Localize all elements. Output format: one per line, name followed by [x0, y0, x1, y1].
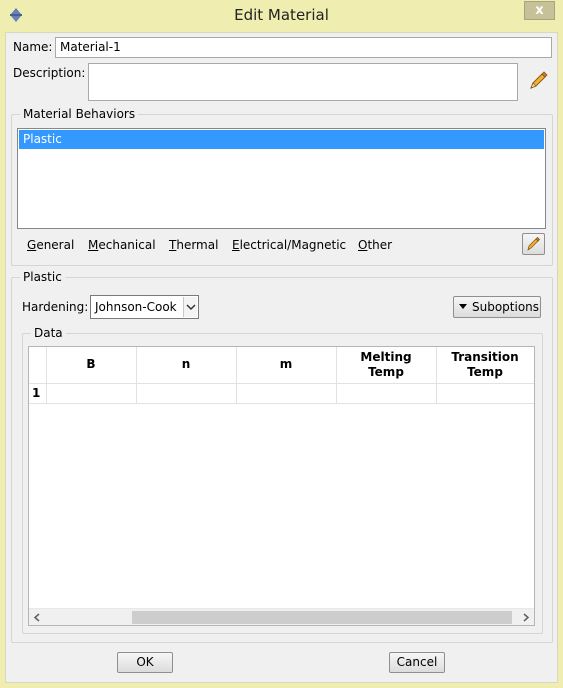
menu-other[interactable]: Other — [358, 238, 392, 252]
table-cell[interactable] — [236, 383, 337, 404]
column-header-melting-temp[interactable]: Melting Temp — [336, 347, 437, 384]
behavior-item-plastic[interactable]: Plastic — [19, 130, 544, 149]
description-input[interactable] — [88, 63, 518, 101]
cancel-button[interactable]: Cancel — [389, 652, 445, 673]
corner-cell — [29, 347, 47, 384]
edit-pencil-icon[interactable] — [527, 70, 549, 92]
scroll-right-icon[interactable] — [519, 611, 532, 624]
menu-general[interactable]: General — [27, 238, 74, 252]
table-cell[interactable] — [46, 383, 137, 404]
horizontal-scrollbar[interactable] — [29, 608, 534, 625]
data-table: B n m Melting Temp Transition Temp 1 — [29, 347, 534, 404]
scroll-left-icon[interactable] — [31, 611, 44, 624]
menu-mechanical[interactable]: Mechanical — [88, 238, 156, 252]
suboptions-label: Suboptions — [472, 300, 540, 314]
behaviors-list[interactable]: Plastic — [17, 128, 546, 229]
plastic-legend: Plastic — [20, 270, 65, 284]
name-input[interactable]: Material-1 — [55, 37, 552, 58]
ok-button[interactable]: OK — [117, 652, 173, 673]
row-index: 1 — [29, 383, 47, 404]
table-row: 1 — [29, 383, 534, 404]
column-header-m[interactable]: m — [236, 347, 337, 384]
hardening-select[interactable]: Johnson-Cook — [90, 295, 199, 319]
material-behaviors-legend: Material Behaviors — [20, 107, 139, 121]
edit-pencil-small-icon — [527, 236, 541, 251]
column-header-b[interactable]: B — [46, 347, 137, 384]
hardening-select-value: Johnson-Cook — [95, 300, 177, 314]
description-label: Description: — [13, 66, 86, 80]
menu-thermal[interactable]: Thermal — [169, 238, 218, 252]
name-label: Name: — [13, 40, 53, 54]
table-cell[interactable] — [136, 383, 237, 404]
data-legend: Data — [31, 326, 66, 340]
caret-down-icon — [458, 300, 468, 317]
scrollbar-thumb[interactable] — [132, 611, 512, 624]
chevron-down-icon — [183, 297, 197, 317]
column-header-n[interactable]: n — [136, 347, 237, 384]
edit-behavior-button[interactable] — [522, 233, 545, 255]
hardening-label: Hardening: — [22, 300, 89, 314]
suboptions-button[interactable]: Suboptions — [453, 296, 541, 318]
data-table-container: B n m Melting Temp Transition Temp 1 — [28, 346, 535, 626]
table-cell[interactable] — [336, 383, 437, 404]
window-title: Edit Material — [234, 6, 329, 24]
close-button[interactable]: x — [524, 1, 555, 20]
column-header-transition-temp[interactable]: Transition Temp — [436, 347, 534, 384]
menu-electrical-magnetic[interactable]: Electrical/Magnetic — [232, 238, 346, 252]
name-input-value: Material-1 — [60, 40, 121, 54]
table-cell[interactable] — [436, 383, 534, 404]
close-icon: x — [535, 3, 544, 18]
table-header-row: B n m Melting Temp Transition Temp — [29, 347, 534, 384]
